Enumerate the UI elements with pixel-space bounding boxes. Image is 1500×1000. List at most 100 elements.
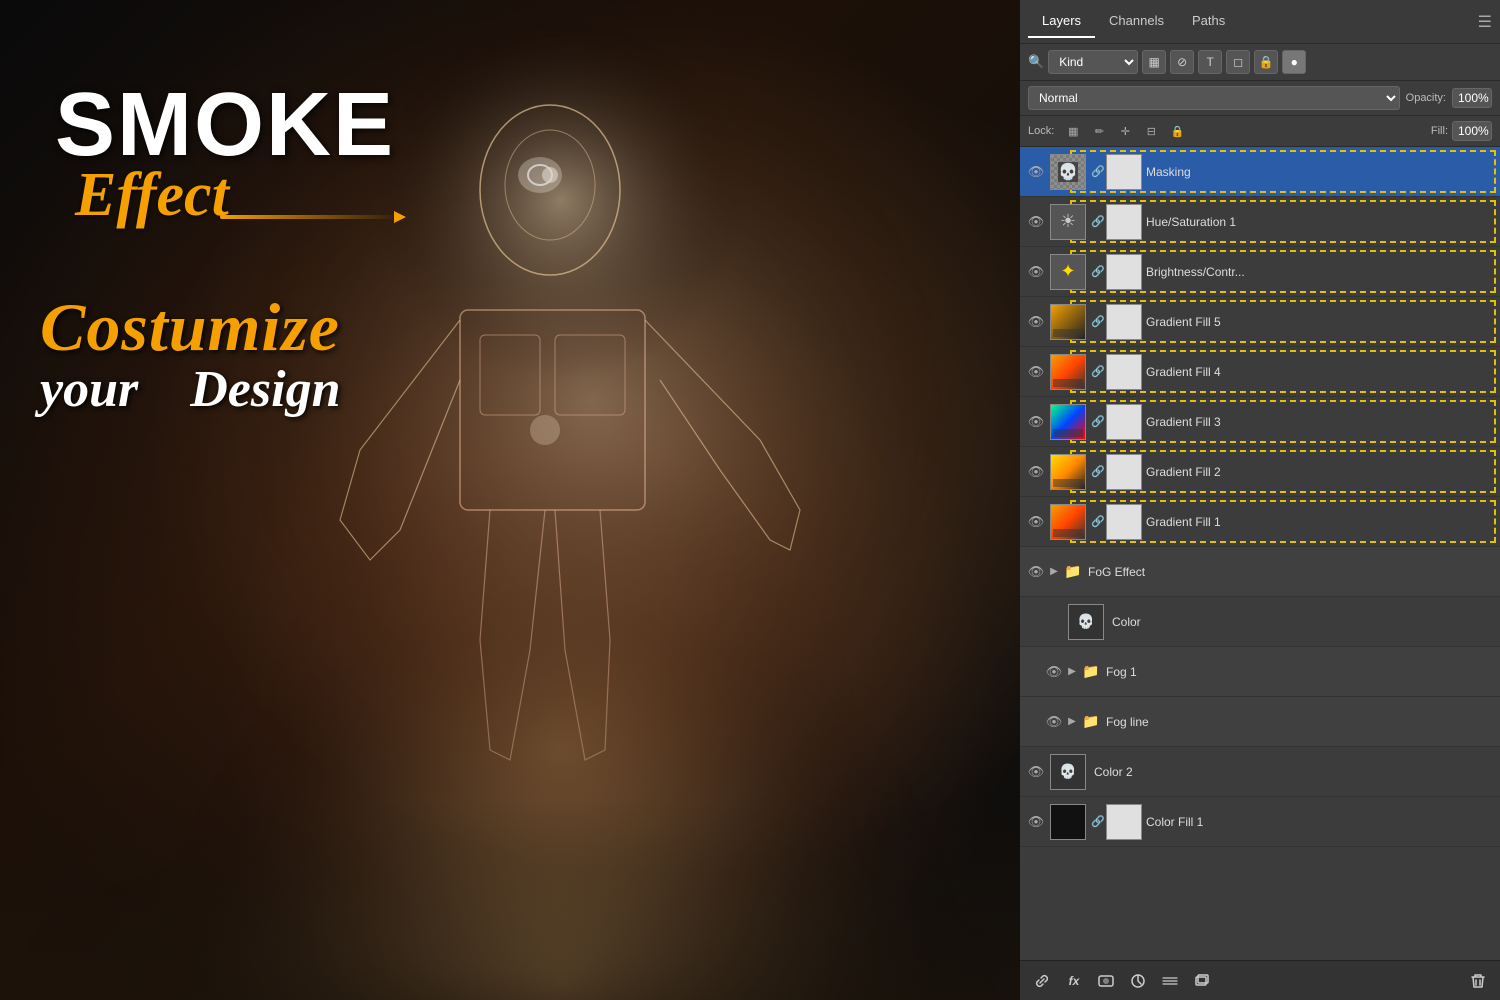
layer-group-item[interactable]: 👁 ▶ 📁 FoG Effect [1020, 547, 1500, 597]
layer-thumbnail [1050, 504, 1086, 540]
smoke-title-group: SMOKE Effect [55, 80, 395, 231]
layer-thumbnail [1050, 454, 1086, 490]
layer-visibility-toggle[interactable]: 👁 [1026, 162, 1046, 182]
type-filter-btn[interactable]: T [1198, 50, 1222, 74]
layer-item[interactable]: 👁 💀 Color 2 [1020, 747, 1500, 797]
blend-row: Normal Opacity: 100% [1020, 81, 1500, 116]
layer-mask-thumbnail [1106, 504, 1142, 540]
layer-name: Color Fill 1 [1142, 815, 1494, 829]
layer-mask-thumbnail [1106, 404, 1142, 440]
lock-artboard-btn[interactable]: ✛ [1114, 120, 1136, 142]
layers-list[interactable]: 👁 💀 🔗 Masking 👁 ☀ 🔗 Hue/Saturation 1 [1020, 147, 1500, 960]
layer-thumbnail: 💀 [1050, 154, 1086, 190]
layer-link-icon: 🔗 [1090, 254, 1106, 290]
layer-visibility-toggle[interactable]: 👁 [1044, 662, 1064, 682]
fill-value[interactable]: 100% [1452, 121, 1492, 141]
layer-link-icon: 🔗 [1090, 454, 1106, 490]
layer-thumbnail: ☀ [1050, 204, 1086, 240]
layer-item[interactable]: 💀 Color [1020, 597, 1500, 647]
filter-row: 🔍 Kind ▦ ⊘ T ◻ 🔒 ● [1020, 44, 1500, 81]
layer-name: Gradient Fill 4 [1142, 365, 1494, 379]
layer-item[interactable]: 👁 💀 🔗 Masking [1020, 147, 1500, 197]
layer-link-icon: 🔗 [1090, 404, 1106, 440]
smartobj-filter-btn[interactable]: 🔒 [1254, 50, 1278, 74]
layer-visibility-toggle[interactable]: 👁 [1026, 262, 1046, 282]
layer-group-item[interactable]: 👁 ▶ 📁 Fog 1 [1020, 647, 1500, 697]
layer-visibility-toggle[interactable]: 👁 [1044, 712, 1064, 732]
opacity-value[interactable]: 100% [1452, 88, 1492, 108]
new-layer-btn[interactable] [1188, 967, 1216, 995]
layer-expand-btn[interactable]: ▶ [1046, 564, 1062, 580]
layer-thumbnail: 💀 [1050, 754, 1086, 790]
layer-item[interactable]: 👁 🔗 Gradient Fill 4 [1020, 347, 1500, 397]
layer-name: FoG Effect [1084, 565, 1494, 579]
tab-paths[interactable]: Paths [1178, 5, 1239, 38]
layer-visibility-toggle[interactable]: 👁 [1026, 362, 1046, 382]
customize-title: Costumize [40, 290, 341, 365]
tab-channels[interactable]: Channels [1095, 5, 1178, 38]
layer-item[interactable]: 👁 🔗 Gradient Fill 2 [1020, 447, 1500, 497]
layer-item[interactable]: 👁 🔗 Gradient Fill 3 [1020, 397, 1500, 447]
smoke-fog [0, 800, 1020, 1000]
adjustment-btn[interactable] [1124, 967, 1152, 995]
layer-link-icon: 🔗 [1090, 354, 1106, 390]
mask-btn[interactable] [1092, 967, 1120, 995]
folder-icon: 📁 [1080, 711, 1102, 733]
layer-visibility-toggle[interactable] [1044, 612, 1064, 632]
layer-visibility-toggle[interactable]: 👁 [1026, 212, 1046, 232]
blend-mode-select[interactable]: Normal [1028, 86, 1400, 110]
layer-item[interactable]: 👁 ☀ 🔗 Hue/Saturation 1 [1020, 197, 1500, 247]
layers-toolbar: fx [1020, 960, 1500, 1000]
adjustment-filter-btn[interactable]: ⊘ [1170, 50, 1194, 74]
layer-name: Color 2 [1090, 765, 1494, 779]
layer-item[interactable]: 👁 🔗 Gradient Fill 1 [1020, 497, 1500, 547]
layer-expand-btn[interactable]: ▶ [1064, 714, 1080, 730]
lock-move-btn[interactable]: ⊟ [1140, 120, 1162, 142]
group-btn[interactable] [1156, 967, 1184, 995]
tab-layers[interactable]: Layers [1028, 5, 1095, 38]
layer-link-icon: 🔗 [1090, 504, 1106, 540]
delete-layer-btn[interactable] [1464, 967, 1492, 995]
layer-visibility-toggle[interactable]: 👁 [1026, 512, 1046, 532]
layer-visibility-toggle[interactable]: 👁 [1026, 312, 1046, 332]
link-btn[interactable] [1028, 967, 1056, 995]
layer-item[interactable]: 👁 🔗 Gradient Fill 5 [1020, 297, 1500, 347]
arrow-decoration [220, 215, 400, 219]
panel-menu-icon[interactable]: ☰ [1478, 12, 1492, 32]
folder-icon: 📁 [1080, 661, 1102, 683]
layers-panel: Layers Channels Paths ☰ 🔍 Kind ▦ ⊘ T ◻ 🔒… [1020, 0, 1500, 1000]
layer-visibility-toggle[interactable]: 👁 [1026, 562, 1046, 582]
layer-group-item[interactable]: 👁 ▶ 📁 Fog line [1020, 697, 1500, 747]
lock-transparent-btn[interactable]: ▦ [1062, 120, 1084, 142]
layer-name: Gradient Fill 1 [1142, 515, 1494, 529]
layer-link-icon: 🔗 [1090, 304, 1106, 340]
kind-select[interactable]: Kind [1048, 50, 1138, 74]
layer-name: Gradient Fill 2 [1142, 465, 1494, 479]
layer-name: Hue/Saturation 1 [1142, 215, 1494, 229]
layer-name: Fog line [1102, 715, 1494, 729]
layer-expand-btn[interactable]: ▶ [1064, 664, 1080, 680]
layer-visibility-toggle[interactable]: 👁 [1026, 462, 1046, 482]
layer-mask-thumbnail [1106, 254, 1142, 290]
shape-filter-btn[interactable]: ◻ [1226, 50, 1250, 74]
layer-item[interactable]: 👁 ✦ 🔗 Brightness/Contr... [1020, 247, 1500, 297]
filter-toggle-btn[interactable]: ● [1282, 50, 1306, 74]
lock-label: Lock: [1028, 125, 1054, 137]
folder-icon: 📁 [1062, 561, 1084, 583]
layer-visibility-toggle[interactable]: 👁 [1026, 812, 1046, 832]
layer-name: Gradient Fill 5 [1142, 315, 1494, 329]
layer-mask-thumbnail [1106, 204, 1142, 240]
layer-link-icon: 🔗 [1090, 804, 1106, 840]
layer-name: Fog 1 [1102, 665, 1494, 679]
lock-paint-btn[interactable]: ✏ [1088, 120, 1110, 142]
layer-item[interactable]: 👁 🔗 Color Fill 1 [1020, 797, 1500, 847]
pixel-filter-btn[interactable]: ▦ [1142, 50, 1166, 74]
layer-mask-thumbnail [1106, 154, 1142, 190]
layer-visibility-toggle[interactable]: 👁 [1026, 412, 1046, 432]
design-label: Design [190, 361, 340, 418]
layer-thumbnail [1050, 404, 1086, 440]
layer-visibility-toggle[interactable]: 👁 [1026, 762, 1046, 782]
fx-btn[interactable]: fx [1060, 967, 1088, 995]
lock-all-btn[interactable]: 🔒 [1166, 120, 1188, 142]
smoke-text-smoke: SMOKE [55, 80, 395, 170]
